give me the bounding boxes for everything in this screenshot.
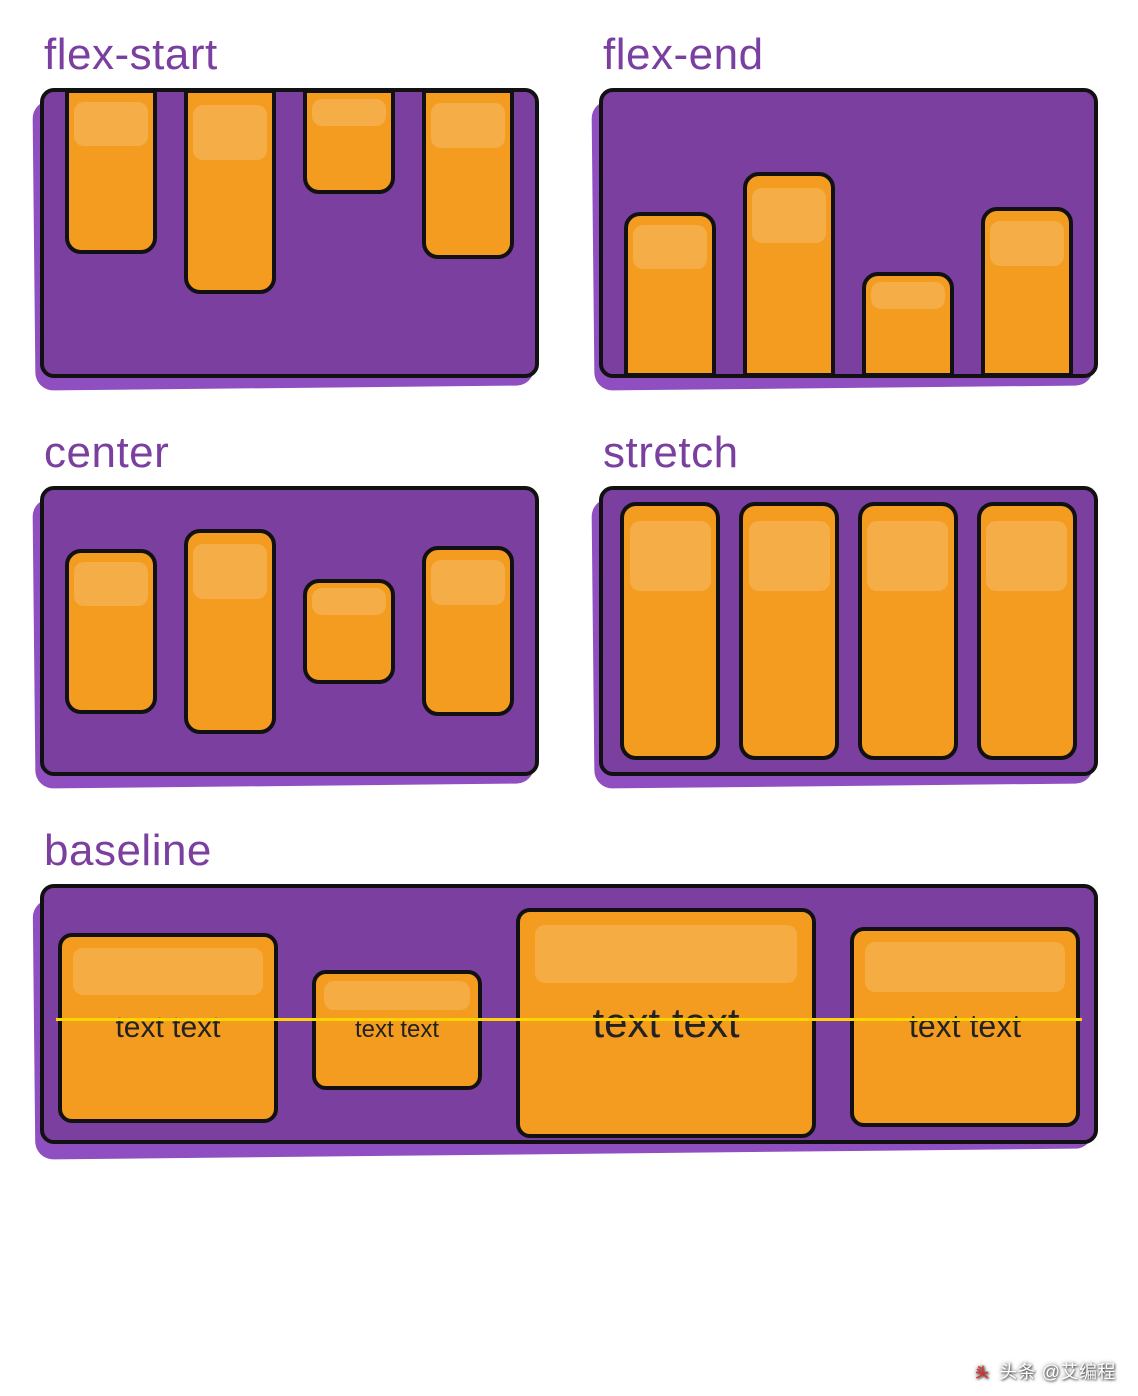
flex-item bbox=[624, 212, 716, 377]
container-wrap bbox=[599, 486, 1098, 776]
panel-title: center bbox=[44, 428, 539, 478]
flex-item: text text bbox=[58, 933, 278, 1123]
flex-item bbox=[858, 502, 958, 760]
flex-item-text: text text bbox=[115, 1011, 220, 1045]
flex-item bbox=[184, 89, 276, 294]
watermark: 头 头条 @艾编程 bbox=[971, 1358, 1116, 1384]
flex-container: text text text text text text text text bbox=[40, 884, 1098, 1144]
flex-item-text: text text bbox=[592, 999, 739, 1047]
flex-item bbox=[422, 546, 514, 716]
panel-title: baseline bbox=[44, 826, 1098, 876]
flex-item: text text bbox=[312, 970, 482, 1090]
flex-container bbox=[599, 88, 1098, 378]
flex-container bbox=[40, 486, 539, 776]
panel-title: flex-end bbox=[603, 30, 1098, 80]
flex-item: text text bbox=[850, 927, 1080, 1127]
container-wrap bbox=[40, 486, 539, 776]
flex-item bbox=[184, 529, 276, 734]
flex-item bbox=[862, 272, 954, 377]
flex-item-text: text text bbox=[909, 1008, 1021, 1045]
diagram-grid: flex-start flex-end center stretch basel… bbox=[40, 30, 1098, 1144]
container-wrap: text text text text text text text text bbox=[40, 884, 1098, 1144]
baseline-rule bbox=[56, 1018, 1082, 1021]
flex-item bbox=[65, 549, 157, 714]
watermark-text: 头条 @艾编程 bbox=[999, 1358, 1116, 1384]
flex-item bbox=[739, 502, 839, 760]
flex-item bbox=[65, 89, 157, 254]
flex-container bbox=[40, 88, 539, 378]
panel-baseline: baseline text texttext texttext texttext… bbox=[40, 826, 1098, 1144]
watermark-logo-icon: 头 bbox=[971, 1360, 993, 1382]
flex-item bbox=[981, 207, 1073, 377]
flex-item bbox=[620, 502, 720, 760]
flex-item bbox=[422, 89, 514, 259]
container-wrap bbox=[599, 88, 1098, 378]
panel-center: center bbox=[40, 428, 539, 776]
flex-item bbox=[977, 502, 1077, 760]
panel-stretch: stretch bbox=[599, 428, 1098, 776]
flex-item: text text bbox=[516, 908, 816, 1138]
panel-title: stretch bbox=[603, 428, 1098, 478]
flex-item bbox=[303, 579, 395, 684]
flex-item bbox=[303, 89, 395, 194]
panel-title: flex-start bbox=[44, 30, 539, 80]
flex-item bbox=[743, 172, 835, 377]
container-wrap bbox=[40, 88, 539, 378]
panel-flex-end: flex-end bbox=[599, 30, 1098, 378]
panel-flex-start: flex-start bbox=[40, 30, 539, 378]
flex-container bbox=[599, 486, 1098, 776]
